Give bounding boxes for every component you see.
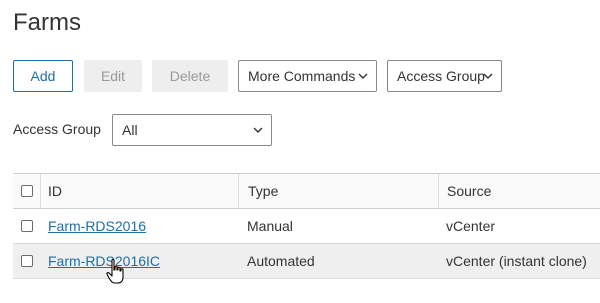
access-group-dropdown-label: Access Group — [397, 68, 485, 84]
access-group-filter-value: All — [122, 122, 138, 138]
delete-button[interactable]: Delete — [152, 60, 228, 92]
page-title: Farms — [13, 9, 81, 36]
row-checkbox[interactable] — [20, 220, 33, 232]
access-group-filter-select[interactable]: All — [112, 114, 272, 146]
row-select-cell — [13, 209, 40, 243]
column-header-type[interactable]: Type — [238, 174, 438, 208]
row-checkbox[interactable] — [20, 255, 33, 267]
farm-id-link[interactable]: Farm-RDS2016 — [48, 218, 146, 234]
hand-pointer-cursor-icon — [106, 258, 124, 284]
farm-type-cell: Manual — [247, 218, 293, 234]
access-group-dropdown[interactable]: Access Group — [387, 60, 502, 92]
farm-id-cell: Farm-RDS2016IC — [40, 244, 238, 278]
add-button[interactable]: Add — [13, 60, 73, 92]
chevron-down-icon — [253, 127, 263, 133]
table-row[interactable]: Farm-RDS2016 Manual vCenter — [13, 209, 600, 244]
chevron-down-icon — [483, 73, 493, 79]
farms-table: ID Type Source Farm-RDS2016 Manual vCent… — [13, 173, 600, 279]
chevron-down-icon — [358, 73, 368, 79]
select-all-checkbox[interactable] — [20, 185, 33, 197]
table-row[interactable]: Farm-RDS2016IC Automated vCenter (instan… — [13, 244, 600, 279]
table-header-row: ID Type Source — [13, 173, 600, 209]
column-header-source[interactable]: Source — [438, 174, 600, 208]
farm-source-cell: vCenter — [446, 218, 496, 234]
more-commands-label: More Commands — [248, 68, 356, 84]
farm-id-link[interactable]: Farm-RDS2016IC — [48, 253, 160, 269]
row-select-cell — [13, 244, 40, 278]
farm-id-cell: Farm-RDS2016 — [40, 209, 238, 243]
select-all-cell — [13, 174, 40, 208]
column-header-id[interactable]: ID — [40, 174, 238, 208]
more-commands-dropdown[interactable]: More Commands — [238, 60, 377, 92]
access-group-filter-label: Access Group — [13, 121, 101, 137]
farm-type-cell: Automated — [247, 253, 315, 269]
edit-button[interactable]: Edit — [84, 60, 142, 92]
farm-source-cell: vCenter (instant clone) — [446, 253, 587, 269]
